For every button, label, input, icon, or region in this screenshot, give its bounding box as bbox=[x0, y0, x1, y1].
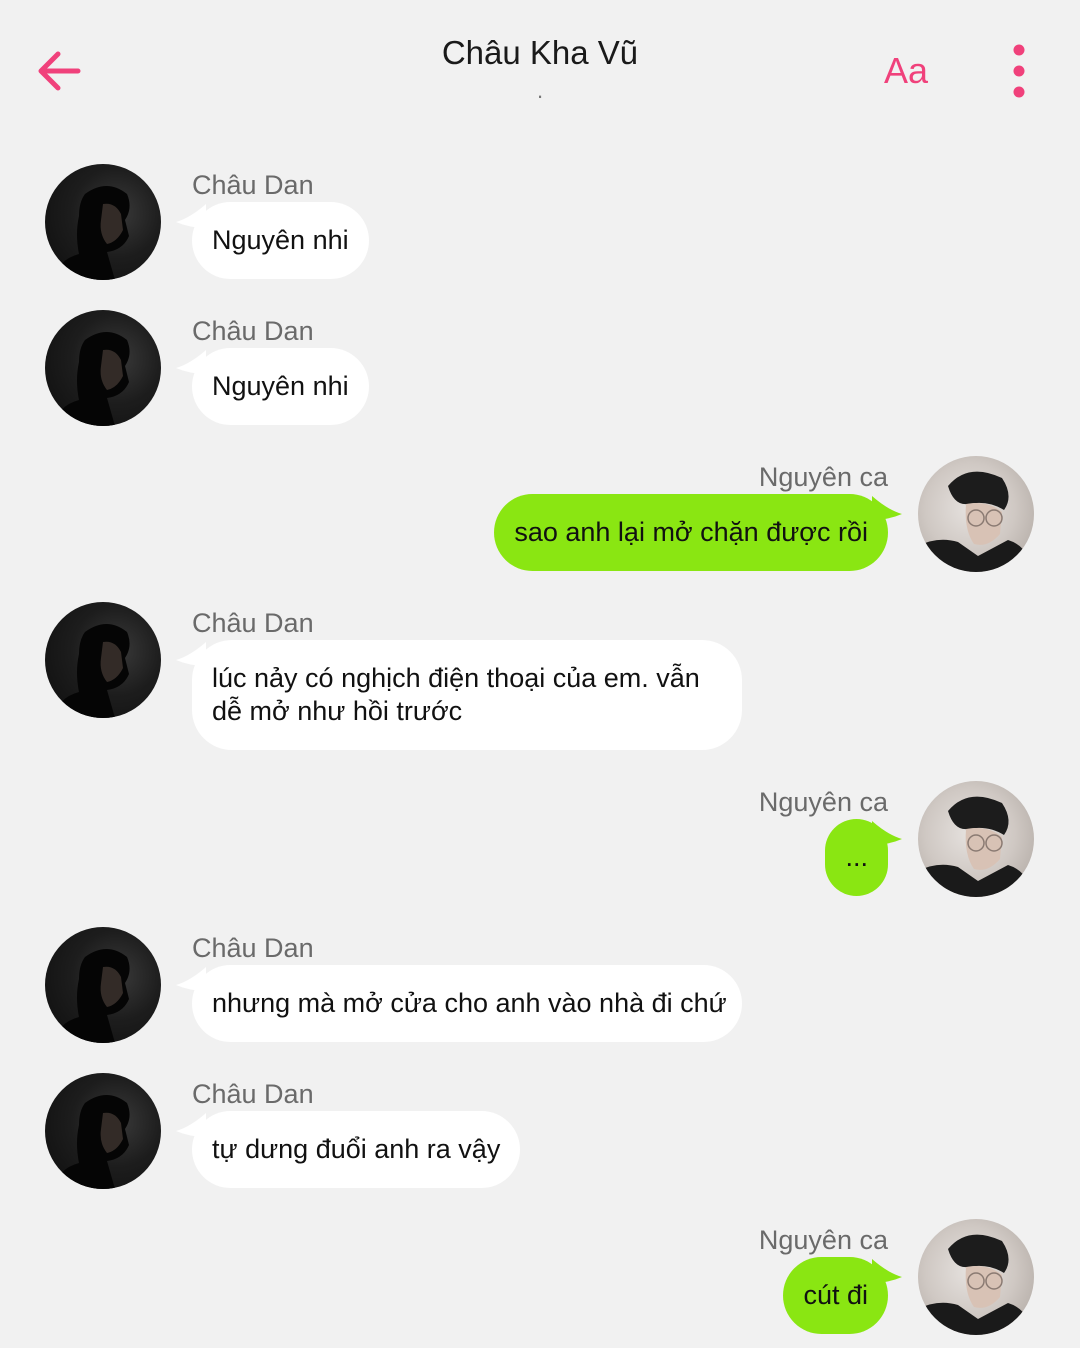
message-bubble[interactable]: ... bbox=[825, 819, 888, 896]
avatar-image bbox=[55, 624, 130, 718]
sender-name: Nguyên ca bbox=[758, 1225, 888, 1255]
message-bubble[interactable]: lúc nảy có nghịch điện thoại của em. vẫn… bbox=[192, 640, 742, 750]
more-options-button[interactable] bbox=[1000, 42, 1038, 102]
message-bubble[interactable]: tự dưng đuổi anh ra vậy bbox=[192, 1111, 521, 1188]
message-row: Châu Dan lúc nảy có nghịch điện thoại củ… bbox=[0, 602, 1080, 754]
message-row: Châu Dan tự dưng đuổi anh ra vậy bbox=[0, 1073, 1080, 1193]
sender-name: Nguyên ca bbox=[758, 462, 888, 492]
message-bubble[interactable]: nhưng mà mở cửa cho anh vào nhà đi chứ bbox=[192, 965, 742, 1042]
chat-header: Châu Kha Vũ . Aa bbox=[0, 0, 1080, 130]
sender-name: Châu Dan bbox=[192, 1079, 314, 1109]
avatar-image bbox=[55, 1095, 130, 1189]
avatar[interactable] bbox=[45, 310, 161, 426]
message-row: Châu Dan Nguyên nhi bbox=[0, 310, 1080, 430]
message-bubble[interactable]: sao anh lại mở chặn được rồi bbox=[494, 494, 888, 571]
avatar[interactable] bbox=[45, 164, 161, 280]
chat-screen: Châu Kha Vũ . Aa Châu Dan Nguyên nhi Châ… bbox=[0, 0, 1080, 1348]
avatar-image bbox=[918, 1234, 1034, 1335]
message-bubble[interactable]: cút đi bbox=[783, 1257, 888, 1334]
sender-name: Châu Dan bbox=[192, 316, 314, 346]
sender-name: Châu Dan bbox=[192, 170, 314, 200]
avatar-image bbox=[55, 332, 130, 426]
message-row: Nguyên ca ... bbox=[0, 781, 1080, 901]
avatar-image bbox=[55, 949, 130, 1043]
avatar-image bbox=[55, 186, 130, 280]
font-size-button[interactable]: Aa bbox=[884, 50, 928, 92]
avatar[interactable] bbox=[45, 1073, 161, 1189]
message-row: Nguyên ca cút đi bbox=[0, 1219, 1080, 1339]
message-row: Nguyên ca sao anh lại mở chặn được rồi bbox=[0, 456, 1080, 576]
sender-name: Nguyên ca bbox=[758, 787, 888, 817]
vertical-dots-icon bbox=[1013, 44, 1025, 98]
sender-name: Châu Dan bbox=[192, 608, 314, 638]
message-row: Châu Dan Nguyên nhi bbox=[0, 164, 1080, 284]
avatar-image bbox=[918, 471, 1034, 572]
message-bubble[interactable]: Nguyên nhi bbox=[192, 202, 369, 279]
message-bubble[interactable]: Nguyên nhi bbox=[192, 348, 369, 425]
avatar[interactable] bbox=[918, 781, 1034, 897]
avatar[interactable] bbox=[45, 602, 161, 718]
avatar[interactable] bbox=[45, 927, 161, 1043]
avatar[interactable] bbox=[918, 1219, 1034, 1335]
avatar-image bbox=[918, 796, 1034, 897]
message-row: Châu Dan nhưng mà mở cửa cho anh vào nhà… bbox=[0, 927, 1080, 1047]
sender-name: Châu Dan bbox=[192, 933, 314, 963]
avatar[interactable] bbox=[918, 456, 1034, 572]
